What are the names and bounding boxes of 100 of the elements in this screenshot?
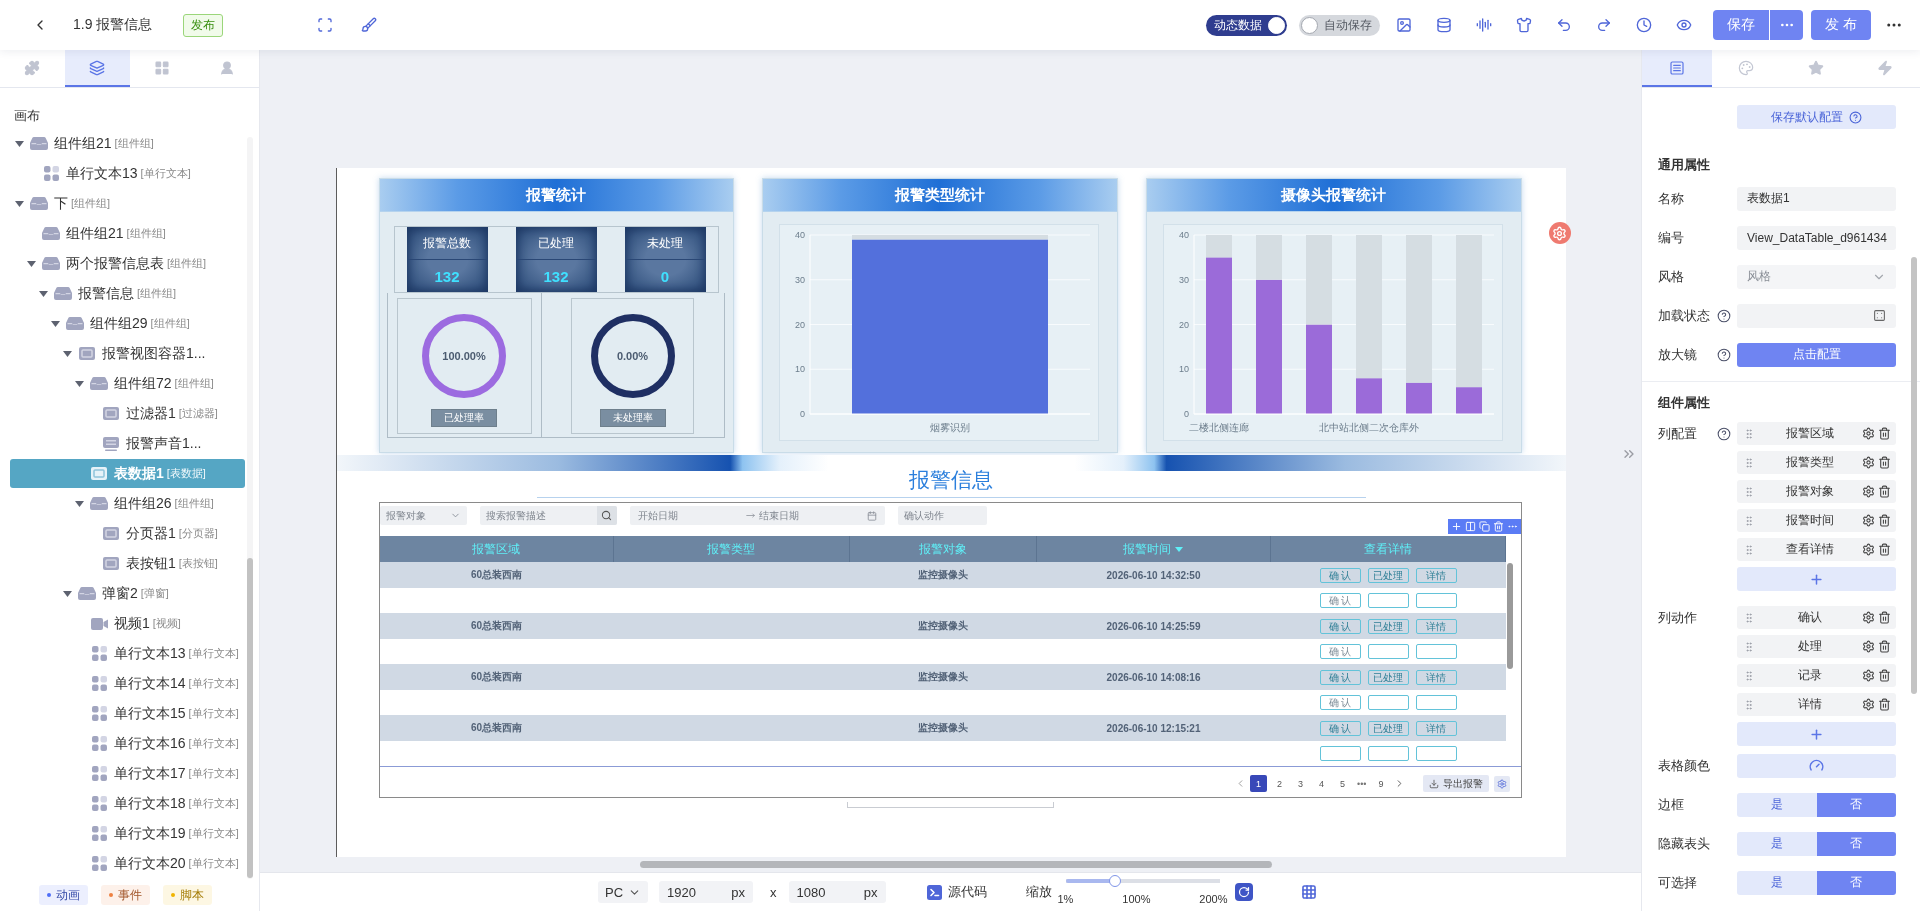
panel-tab[interactable] bbox=[64, 50, 130, 87]
action-button[interactable] bbox=[1367, 746, 1409, 761]
more-button[interactable] bbox=[1770, 10, 1804, 40]
bottom-tab[interactable]: 事件 bbox=[101, 885, 150, 905]
sort-caret-icon[interactable] bbox=[1175, 546, 1183, 552]
tree-item[interactable]: 单行文本13 [单行文本] bbox=[10, 159, 245, 188]
scrollbar-thumb[interactable] bbox=[1506, 563, 1513, 669]
action-button[interactable] bbox=[1319, 746, 1361, 761]
settings-icon[interactable] bbox=[1862, 427, 1875, 440]
copy-icon[interactable] bbox=[1478, 521, 1490, 532]
text-field[interactable]: 表数据1 bbox=[1737, 186, 1896, 211]
delete-icon[interactable] bbox=[1878, 640, 1891, 653]
tree-item[interactable]: 单行文本20 [单行文本] bbox=[10, 849, 245, 878]
delete-icon[interactable] bbox=[1878, 698, 1891, 711]
column-item[interactable]: 记录 bbox=[1737, 664, 1896, 687]
tree-item[interactable]: 两个报警信息表 [组件组] bbox=[10, 249, 245, 278]
page-button[interactable]: 1 bbox=[1250, 775, 1268, 792]
tree-item[interactable]: 组件组29 [组件组] bbox=[10, 309, 245, 338]
drag-handle-icon[interactable] bbox=[1743, 427, 1755, 440]
input-field[interactable]: 确认动作 bbox=[897, 506, 987, 525]
action-button[interactable]: 确 认 bbox=[1319, 695, 1361, 710]
help-icon[interactable] bbox=[1717, 426, 1731, 441]
segment-button[interactable]: 是 bbox=[1737, 870, 1817, 895]
page-button[interactable]: 3 bbox=[1292, 775, 1310, 792]
tree-item[interactable]: 报警视图容器1... bbox=[10, 339, 245, 368]
resize-handle[interactable] bbox=[846, 802, 1054, 808]
caret-icon[interactable] bbox=[14, 200, 24, 207]
settings-icon[interactable] bbox=[1862, 485, 1875, 498]
settings-icon[interactable] bbox=[1862, 456, 1875, 469]
column-item[interactable]: 查看详情 bbox=[1737, 538, 1896, 561]
action-button[interactable]: 确 认 bbox=[1319, 593, 1361, 608]
column-item[interactable]: 报警区域 bbox=[1737, 422, 1896, 445]
settings-icon[interactable] bbox=[1862, 611, 1875, 624]
shirt-icon[interactable] bbox=[1516, 17, 1533, 33]
tree-item[interactable]: 过滤器1 [过滤器] bbox=[10, 399, 245, 428]
frame-select-icon[interactable] bbox=[317, 17, 334, 33]
settings-icon[interactable] bbox=[1862, 640, 1875, 653]
image-icon[interactable] bbox=[1396, 17, 1413, 33]
undo-icon[interactable] bbox=[1556, 17, 1573, 33]
plus-icon[interactable] bbox=[1450, 521, 1462, 532]
tree-item[interactable]: 组件组72 [组件组] bbox=[10, 369, 245, 398]
select-field[interactable]: 报警对象 bbox=[379, 506, 467, 525]
grid-icon[interactable] bbox=[1300, 884, 1317, 900]
action-button[interactable] bbox=[1415, 593, 1457, 608]
settings-icon[interactable] bbox=[1862, 514, 1875, 527]
tree-item[interactable]: 单行文本14 [单行文本] bbox=[10, 669, 245, 698]
caret-icon[interactable] bbox=[74, 380, 84, 387]
tree-item[interactable]: 单行文本15 [单行文本] bbox=[10, 699, 245, 728]
page-button[interactable]: 5 bbox=[1334, 775, 1352, 792]
action-button[interactable] bbox=[1367, 593, 1409, 608]
page-button[interactable]: 9 bbox=[1372, 775, 1390, 792]
drag-handle-icon[interactable] bbox=[1743, 669, 1755, 682]
database-icon[interactable] bbox=[1436, 17, 1453, 33]
eye-icon[interactable] bbox=[1676, 17, 1693, 33]
column-item[interactable]: 报警时间 bbox=[1737, 509, 1896, 532]
tree-item[interactable]: 单行文本17 [单行文本] bbox=[10, 759, 245, 788]
tree-item[interactable]: 报警信息 [组件组] bbox=[10, 279, 245, 308]
settings-button[interactable] bbox=[1493, 775, 1510, 792]
clock-icon[interactable] bbox=[1636, 17, 1653, 33]
delete-icon[interactable] bbox=[1878, 485, 1891, 498]
drag-handle-icon[interactable] bbox=[1743, 698, 1755, 711]
tree-item[interactable]: 组件组21 [组件组] bbox=[10, 219, 245, 248]
tree-item[interactable]: 组件组21 [组件组] bbox=[10, 129, 245, 158]
bottom-tab[interactable]: 动画 bbox=[39, 885, 88, 905]
help-icon[interactable] bbox=[1717, 308, 1731, 323]
settings-icon[interactable] bbox=[1862, 698, 1875, 711]
caret-icon[interactable] bbox=[38, 290, 48, 297]
toggle-switch[interactable]: 自动保存 bbox=[1299, 14, 1381, 36]
caret-icon[interactable] bbox=[74, 500, 84, 507]
action-button[interactable] bbox=[1415, 746, 1457, 761]
drag-handle-icon[interactable] bbox=[1743, 640, 1755, 653]
delete-icon[interactable] bbox=[1878, 514, 1891, 527]
page-button[interactable]: 2 bbox=[1271, 775, 1289, 792]
delete-icon[interactable] bbox=[1878, 427, 1891, 440]
drag-handle-icon[interactable] bbox=[1743, 611, 1755, 624]
tree-item[interactable]: 视频1 [视频] bbox=[10, 609, 245, 638]
scrollbar-thumb[interactable] bbox=[1911, 257, 1917, 694]
delete-icon[interactable] bbox=[1878, 456, 1891, 469]
scrollbar-thumb[interactable] bbox=[247, 558, 253, 878]
gear-icon[interactable] bbox=[1548, 222, 1571, 244]
scrollbar-thumb[interactable] bbox=[640, 861, 1272, 868]
picker-field[interactable] bbox=[1737, 303, 1896, 328]
column-item[interactable]: 处理 bbox=[1737, 635, 1896, 658]
tree-item[interactable]: 分页器1 [分页器] bbox=[10, 519, 245, 548]
tree-item[interactable]: 单行文本19 [单行文本] bbox=[10, 819, 245, 848]
action-button[interactable] bbox=[1415, 644, 1457, 659]
action-button[interactable] bbox=[1367, 644, 1409, 659]
column-item[interactable]: 报警对象 bbox=[1737, 480, 1896, 503]
delete-icon[interactable] bbox=[1878, 669, 1891, 682]
help-icon[interactable] bbox=[1717, 347, 1731, 362]
action-button[interactable]: 确 认 bbox=[1319, 644, 1361, 659]
slider-thumb[interactable] bbox=[1108, 875, 1121, 887]
panel-tab[interactable] bbox=[1642, 50, 1712, 87]
columns-icon[interactable] bbox=[1464, 521, 1476, 532]
tree-item[interactable]: 弹窗2 [弹窗] bbox=[10, 579, 245, 608]
width-field[interactable]: 1920 px bbox=[659, 881, 753, 903]
drag-handle-icon[interactable] bbox=[1743, 514, 1755, 527]
drag-handle-icon[interactable] bbox=[1743, 456, 1755, 469]
settings-icon[interactable] bbox=[1862, 543, 1875, 556]
text-field[interactable]: View_DataTable_d961434 bbox=[1737, 225, 1896, 250]
